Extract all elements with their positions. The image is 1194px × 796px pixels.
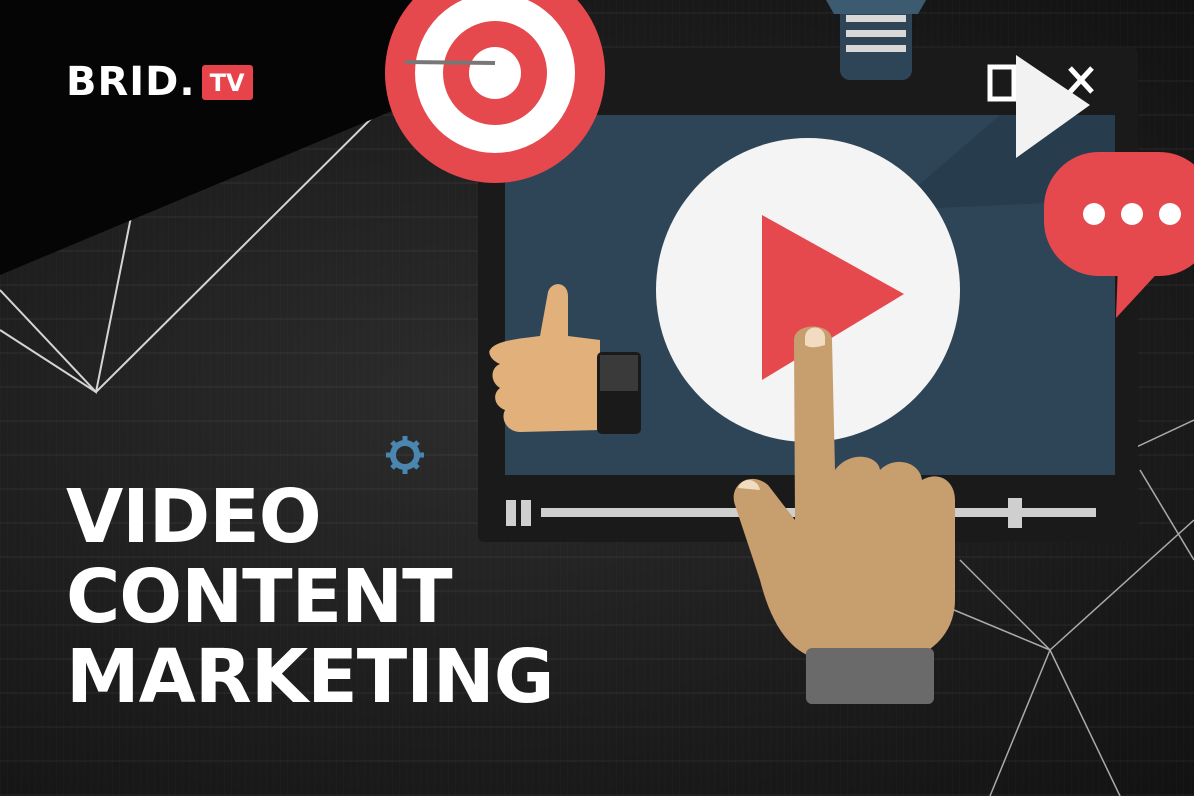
banner: BRID. TV VIDEO CONTENT MARKETING <box>0 0 1194 796</box>
headline-line-1: VIDEO <box>66 474 322 560</box>
logo-tv-badge: TV <box>201 64 253 100</box>
headline-line-2: CONTENT <box>66 554 453 640</box>
gear-icon <box>386 436 424 474</box>
headline-line-3: MARKETING <box>66 634 554 720</box>
logo-wedge <box>0 0 430 275</box>
volume-handle[interactable] <box>1008 498 1022 528</box>
brid-tv-logo[interactable]: BRID. TV <box>66 62 253 102</box>
lightbulb-icon <box>826 0 926 80</box>
logo-brand: BRID. <box>66 59 196 105</box>
headline: VIDEO CONTENT MARKETING <box>66 474 554 720</box>
